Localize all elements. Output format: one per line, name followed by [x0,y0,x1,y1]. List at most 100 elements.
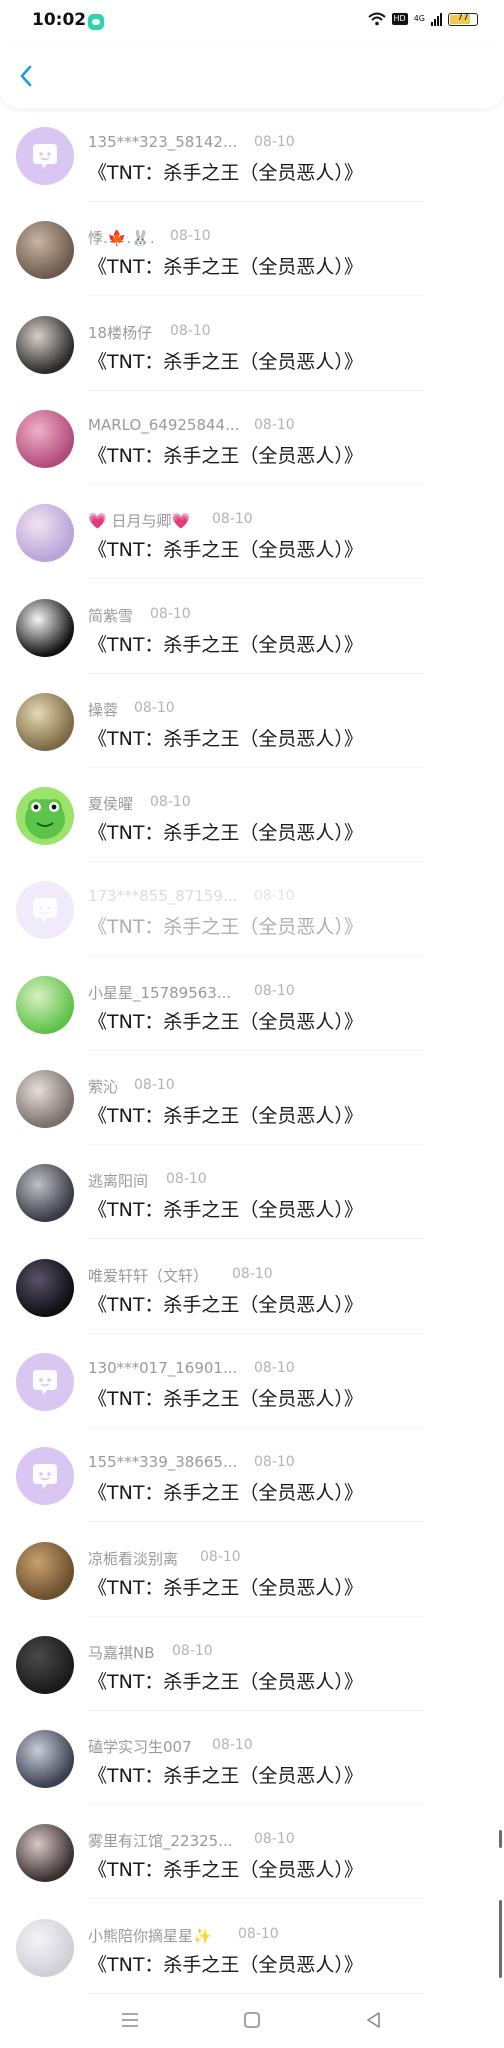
list-item[interactable]: 逃离阳间 08-10 《TNT：杀手之王（全员恶人）》 [0,1145,504,1240]
list-item[interactable]: 萦沁 08-10 《TNT：杀手之王（全员恶人）》 [0,1051,504,1145]
avatar[interactable] [16,409,74,468]
post-date: 08-10 [150,794,191,811]
avatar[interactable] [16,692,74,751]
list-item[interactable]: 马嘉祺NB 08-10 《TNT：杀手之王（全员恶人）》 [0,1617,504,1711]
scrollbar[interactable] [499,1830,502,1848]
username: 逃离阳间 [88,1172,149,1191]
list-item[interactable]: 小星星_15789563... 08-10 《TNT：杀手之王（全员恶人）》 [0,957,504,1051]
back-triangle-icon[interactable] [362,2008,386,2032]
username: 磕学实习生007 [88,1738,192,1757]
avatar[interactable] [16,1824,74,1883]
username: 155***339_38665... [88,1453,238,1472]
default-avatar-icon[interactable] [16,1447,74,1506]
list-item[interactable]: MARLO_64925844... 08-10 《TNT：杀手之王（全员恶人）》 [0,391,504,485]
list-item[interactable]: 18楼杨仔 08-10 《TNT：杀手之王（全员恶人）》 [0,297,504,391]
comment-text: 《TNT：杀手之王（全员恶人）》 [88,444,363,467]
comment-text: 《TNT：杀手之王（全员恶人）》 [88,727,363,750]
home-square-icon[interactable] [240,2008,264,2032]
list-item[interactable]: 雾里有江馆_22325... 08-10 《TNT：杀手之王（全员恶人）》 [0,1805,504,1900]
avatar[interactable] [16,1541,74,1600]
post-date: 08-10 [150,605,191,622]
post-date: 08-10 [212,1737,253,1754]
post-date: 08-10 [134,1077,175,1093]
status-time: 10:02 [32,10,87,30]
comment-text: 《TNT：杀手之王（全员恶人）》 [88,350,363,373]
list-item[interactable]: 130***017_16901... 08-10 《TNT：杀手之王（全员恶人）》 [0,1334,504,1428]
avatar[interactable] [16,1918,74,1977]
comment-text: 《TNT：杀手之王（全员恶人）》 [88,1576,363,1599]
comment-text: 《TNT：杀手之王（全员恶人）》 [88,633,363,656]
comment-text: 《TNT：杀手之王（全员恶人）》 [88,1199,363,1222]
top-nav-bar [0,44,504,108]
list-item[interactable]: 夏侯曜 08-10 《TNT：杀手之王（全员恶人）》 [0,768,504,863]
message-app-icon [88,14,104,30]
battery-icon: 77 [448,12,478,26]
username: 173***855_87159... [88,887,238,906]
post-date: 08-10 [212,511,253,528]
comment-text: 《TNT：杀手之王（全员恶人）》 [88,162,363,184]
post-date: 08-10 [238,1925,279,1942]
post-date: 08-10 [254,416,295,433]
username: 130***017_16901... [88,1358,238,1377]
comment-text: 《TNT：杀手之王（全员恶人）》 [88,1859,363,1882]
avatar[interactable] [16,315,74,374]
username: 小星星_15789563... [88,983,232,1002]
avatar[interactable] [16,504,74,563]
avatar[interactable] [16,1258,74,1317]
post-date: 08-10 [254,1359,295,1376]
comment-text: 《TNT：杀手之王（全员恶人）》 [88,1482,363,1505]
post-date: 08-10 [170,228,211,245]
comment-text: 《TNT：杀手之王（全员恶人）》 [88,1387,363,1410]
frog-avatar-icon[interactable] [16,787,74,846]
avatar[interactable] [16,1635,74,1694]
username: 小熊陪你摘星星✨ [88,1926,212,1945]
battery-level: 77 [457,12,469,23]
comment-text: 《TNT：杀手之王（全员恶人）》 [88,1293,363,1316]
list-item[interactable]: 简紫雪 08-10 《TNT：杀手之王（全员恶人）》 [0,580,504,674]
default-avatar-icon[interactable] [16,1352,74,1411]
username: 雾里有江馆_22325... [88,1832,233,1851]
avatar[interactable] [16,975,74,1034]
avatar[interactable] [16,221,74,280]
post-date: 08-10 [172,1642,213,1659]
post-date: 08-10 [254,1454,295,1471]
list-item[interactable]: 操蓉 08-10 《TNT：杀手之王（全员恶人）》 [0,674,504,768]
list-item[interactable]: 悸.🍁.🐰. 08-10 《TNT：杀手之王（全员恶人）》 [0,202,504,297]
list-item[interactable]: 173***855_87159... 08-10 《TNT：杀手之王（全员恶人）》 [0,862,504,957]
username: 135***323_58142... [88,133,238,151]
comment-text: 《TNT：杀手之王（全员恶人）》 [88,1670,363,1693]
avatar[interactable] [16,1164,74,1223]
post-date: 08-10 [232,1265,273,1282]
list-item[interactable]: 💗 日月与卿💗 08-10 《TNT：杀手之王（全员恶人）》 [0,485,504,580]
comment-text: 《TNT：杀手之王（全员恶人）》 [88,1953,363,1976]
menu-icon[interactable] [118,2008,142,2032]
comment-text: 《TNT：杀手之王（全员恶人）》 [88,1765,363,1788]
list-item[interactable]: 磕学实习生007 08-10 《TNT：杀手之王（全员恶人）》 [0,1711,504,1806]
avatar[interactable] [16,598,74,657]
username: 简紫雪 [88,606,134,625]
scrollbar-thumb[interactable] [499,1900,502,1978]
default-avatar-icon[interactable] [16,881,74,940]
list-item[interactable]: 唯爱轩轩（文轩） 08-10 《TNT：杀手之王（全员恶人）》 [0,1240,504,1334]
wifi-icon [367,12,386,26]
default-avatar-icon[interactable] [16,127,74,185]
comment-text: 《TNT：杀手之王（全员恶人）》 [88,1010,363,1033]
username: 萦沁 [88,1078,119,1096]
hd-badge: HD [391,13,408,25]
network-type: 4G [413,14,425,23]
username: 18楼杨仔 [88,323,153,342]
status-bar: 10:02 HD 4G 77 [0,0,504,44]
comment-text: 《TNT：杀手之王（全员恶人）》 [88,256,363,279]
chevron-left-icon[interactable] [16,64,38,88]
avatar[interactable] [16,1730,74,1789]
list-item[interactable]: 155***339_38665... 08-10 《TNT：杀手之王（全员恶人）》 [0,1428,504,1523]
list-item[interactable]: 小熊陪你摘星星✨ 08-10 《TNT：杀手之王（全员恶人）》 [0,1900,504,1994]
list-item[interactable]: 135***323_58142... 08-10 《TNT：杀手之王（全员恶人）》 [0,108,504,202]
post-date: 08-10 [170,322,211,339]
username: 马嘉祺NB [88,1643,155,1662]
avatar[interactable] [16,1070,74,1128]
username: 唯爱轩轩（文轩） [88,1266,209,1285]
username: 操蓉 [88,700,119,719]
system-nav-bar [0,1996,504,2048]
list-item[interactable]: 凉栀看淡别离 08-10 《TNT：杀手之王（全员恶人）》 [0,1523,504,1617]
